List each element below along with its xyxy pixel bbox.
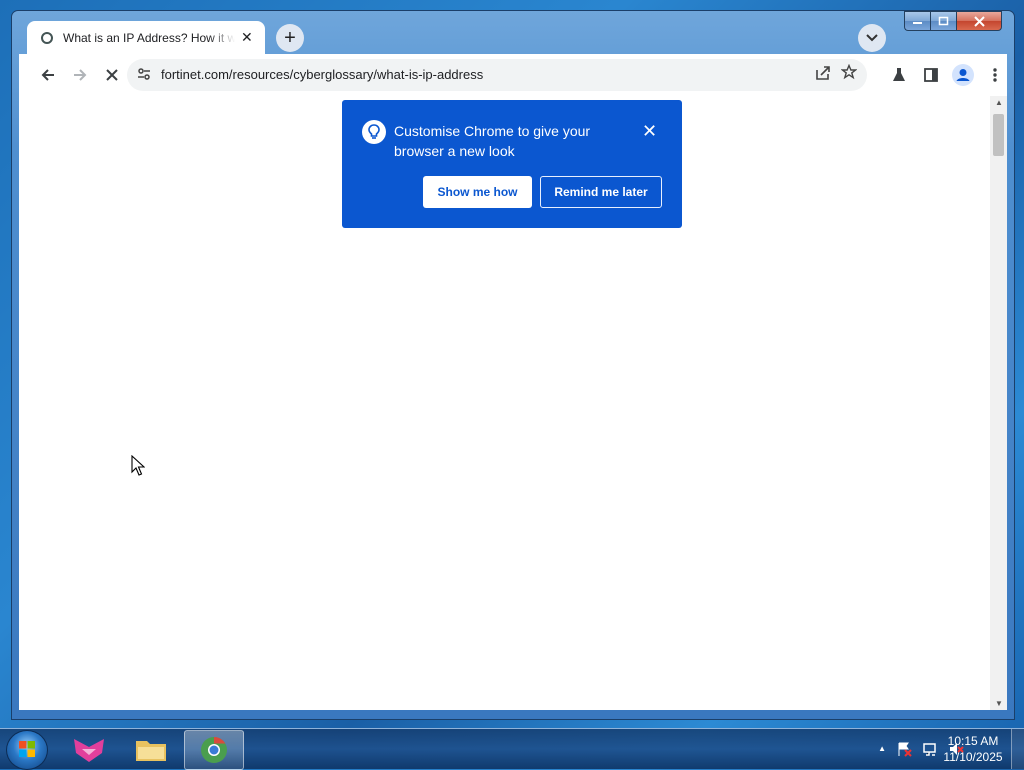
tab-search-button[interactable]: [858, 24, 886, 52]
promo-message: Customise Chrome to give your browser a …: [394, 123, 591, 159]
forward-arrow-icon: [74, 69, 87, 81]
profile-icon: [952, 64, 974, 86]
labs-button[interactable]: [886, 62, 912, 88]
taskbar-app-fox[interactable]: [60, 730, 118, 768]
new-tab-button[interactable]: +: [276, 24, 304, 52]
url-text: fortinet.com/resources/cyberglossary/wha…: [161, 67, 484, 82]
windows-logo-icon: [19, 741, 35, 757]
profile-button[interactable]: [950, 62, 976, 88]
side-panel-icon: [924, 68, 938, 82]
show-desktop-button[interactable]: [1011, 729, 1024, 769]
promo-close-icon[interactable]: ✕: [642, 121, 657, 142]
scroll-down-arrow-icon[interactable]: ▼: [995, 699, 1003, 708]
customise-chrome-promo: Customise Chrome to give your browser a …: [342, 100, 682, 228]
clock-date: 11/10/2025: [943, 750, 1003, 764]
menu-button[interactable]: [982, 62, 1008, 88]
bulb-icon: [362, 120, 386, 144]
tab-close-icon[interactable]: ✕: [241, 29, 253, 46]
share-icon[interactable]: [815, 65, 831, 85]
loading-favicon-icon: [41, 31, 53, 44]
scroll-up-arrow-icon[interactable]: ▲: [995, 98, 1003, 107]
back-button[interactable]: [35, 62, 61, 88]
back-arrow-icon: [41, 69, 54, 81]
scroll-thumb[interactable]: [993, 114, 1004, 156]
show-me-how-button[interactable]: Show me how: [423, 176, 532, 208]
forward-button[interactable]: [67, 62, 93, 88]
tab-active[interactable]: What is an IP Address? How it works ✕: [27, 21, 265, 54]
chrome-app-icon: [201, 736, 227, 763]
tray-expand-icon[interactable]: ▲: [878, 741, 886, 757]
remind-me-later-button[interactable]: Remind me later: [540, 176, 662, 208]
stop-loading-icon: [106, 69, 118, 81]
taskbar-app-explorer[interactable]: [122, 730, 180, 768]
site-info-icon[interactable]: [137, 67, 151, 84]
labs-icon: [893, 68, 905, 81]
chevron-down-icon: [866, 34, 878, 42]
tab-title: What is an IP Address? How it works: [63, 30, 235, 45]
stop-loading-button[interactable]: [99, 62, 125, 88]
taskbar-clock[interactable]: 10:15 AM 11/10/2025: [940, 733, 1006, 765]
address-bar[interactable]: fortinet.com/resources/cyberglossary/wha…: [127, 59, 867, 91]
folder-icon: [136, 741, 166, 761]
menu-icon: [993, 68, 997, 82]
fox-app-icon: [74, 739, 104, 762]
action-center-flag-icon[interactable]: [896, 741, 912, 757]
star-icon[interactable]: [840, 63, 858, 85]
mouse-cursor-icon: [131, 455, 145, 476]
page-scrollbar[interactable]: ▲ ▼: [990, 96, 1007, 710]
clock-time: 10:15 AM: [947, 734, 999, 748]
network-icon[interactable]: [922, 741, 938, 757]
taskbar-app-chrome[interactable]: [184, 730, 244, 770]
start-button[interactable]: [6, 730, 48, 770]
taskbar: ▲ 10:15 AM 11/10/2025: [0, 728, 1024, 770]
side-panel-button[interactable]: [918, 62, 944, 88]
browser-toolbar: fortinet.com/resources/cyberglossary/wha…: [19, 54, 1007, 96]
